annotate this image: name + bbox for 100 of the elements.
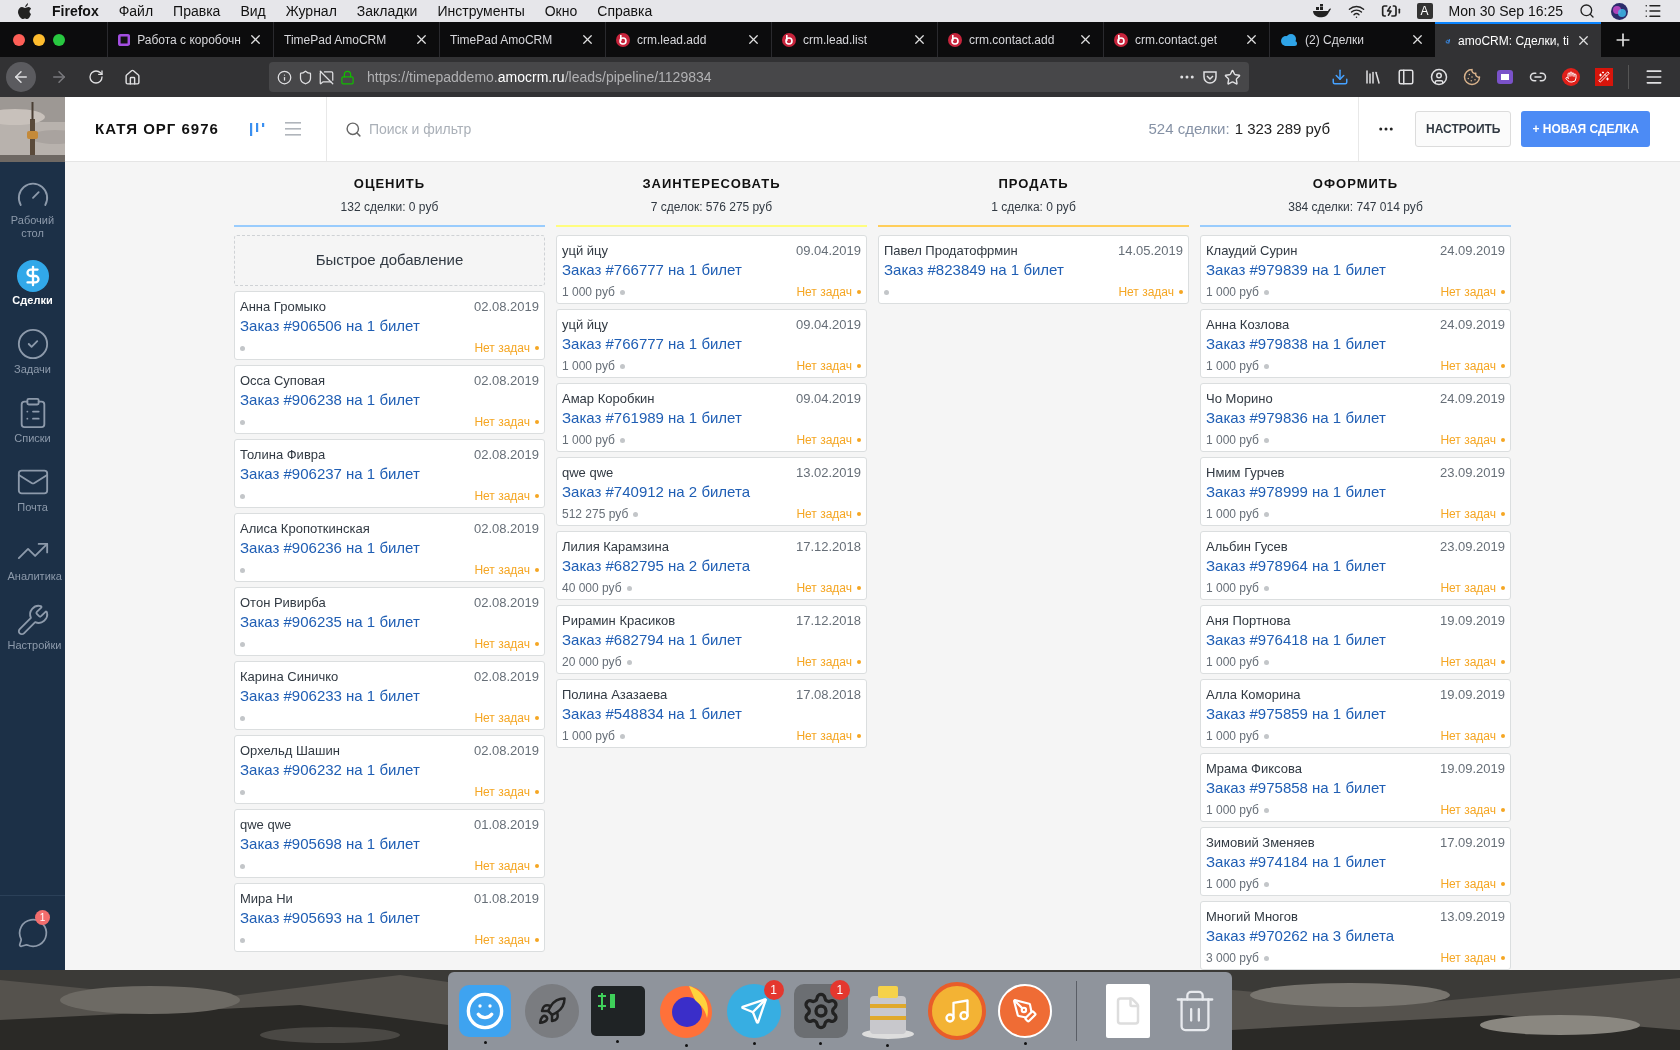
deal-link[interactable]: Заказ #548834 на 1 билет: [562, 704, 742, 723]
nav-item[interactable]: Почта: [0, 465, 65, 514]
lead-card[interactable]: Аня Портнова 19.09.2019 Заказ #976418 на 1 билет 1 000 руб Нет задач: [1200, 604, 1511, 674]
deal-link[interactable]: Заказ #906236 на 1 билет: [240, 538, 420, 557]
forward-icon[interactable]: [50, 68, 68, 86]
lead-card[interactable]: Мрама Фиксова 19.09.2019 Заказ #975858 на 1 билет 1 000 руб Нет задач: [1200, 752, 1511, 822]
pocket-icon[interactable]: [1202, 69, 1218, 85]
deal-link[interactable]: Заказ #906235 на 1 билет: [240, 612, 420, 631]
list-icon[interactable]: [1644, 2, 1662, 20]
nav-item[interactable]: Задачи: [0, 327, 65, 376]
deal-link[interactable]: Заказ #970262 на 3 билета: [1206, 926, 1394, 945]
terminal-icon[interactable]: [590, 986, 645, 1036]
search-field[interactable]: Поиск и фильтр: [368, 118, 749, 140]
orb-icon[interactable]: [1611, 2, 1628, 20]
lead-card[interactable]: Орхельд Шашин 02.08.2019 Заказ #906232 на 1 билет Нет задач: [234, 734, 545, 804]
nav-item[interactable]: Сделки: [0, 260, 65, 307]
browser-tab[interactable]: amoCRM: Сделки, ti: [1435, 22, 1601, 57]
nav-item[interactable]: Аналитика: [0, 534, 65, 583]
message-icon[interactable]: [319, 69, 334, 85]
library-icon[interactable]: [1364, 68, 1382, 86]
document-icon[interactable]: [1106, 984, 1151, 1038]
nav-item[interactable]: Настройки: [0, 603, 65, 652]
music-note-icon[interactable]: [927, 982, 986, 1040]
menu-item[interactable]: Справка: [597, 0, 653, 22]
lock-icon[interactable]: [340, 69, 355, 85]
lead-card[interactable]: Мира Ни 01.08.2019 Заказ #905693 на 1 билет Нет задач: [234, 882, 545, 952]
deal-link[interactable]: Заказ #906233 на 1 билет: [240, 686, 420, 705]
reload-icon[interactable]: [88, 69, 104, 85]
deal-link[interactable]: Заказ #979836 на 1 билет: [1206, 408, 1386, 427]
configure-button[interactable]: НАСТРОИТЬ: [1415, 111, 1512, 147]
lead-card[interactable]: Нмим Гурчев 23.09.2019 Заказ #978999 на 1 билет 1 000 руб Нет задач: [1200, 456, 1511, 526]
lead-card[interactable]: Карина Синичко 02.08.2019 Заказ #906233 на 1 билет Нет задач: [234, 660, 545, 730]
deal-link[interactable]: Заказ #906238 на 1 билет: [240, 390, 420, 409]
deal-link[interactable]: Заказ #766777 на 1 билет: [562, 260, 742, 279]
smiley-face-icon[interactable]: [459, 985, 512, 1037]
menu-item[interactable]: Закладки: [356, 0, 418, 22]
deal-link[interactable]: Заказ #906232 на 1 билет: [240, 760, 420, 779]
cookie-icon[interactable]: [1463, 68, 1481, 86]
deal-link[interactable]: Заказ #761989 на 1 билет: [562, 408, 742, 427]
quick-add-button[interactable]: Быстрое добавление: [234, 234, 545, 286]
lead-card[interactable]: уцй йцу 09.04.2019 Заказ #766777 на 1 билет 1 000 руб Нет задач: [556, 308, 867, 378]
lead-card[interactable]: Клаудий Сурин 24.09.2019 Заказ #979839 на 1 билет 1 000 руб Нет задач: [1200, 234, 1511, 304]
lead-card[interactable]: qwe qwe 01.08.2019 Заказ #905698 на 1 билет Нет задач: [234, 808, 545, 878]
deal-link[interactable]: Заказ #906237 на 1 билет: [240, 464, 420, 483]
close-tab-icon[interactable]: [1078, 32, 1093, 47]
stop-hand-icon[interactable]: [1562, 68, 1580, 86]
close-tab-icon[interactable]: [1576, 33, 1591, 48]
deal-link[interactable]: Заказ #766777 на 1 билет: [562, 334, 742, 353]
apple-logo-icon[interactable]: [18, 3, 32, 19]
menu-item[interactable]: Файл: [118, 0, 154, 22]
deal-link[interactable]: Заказ #976418 на 1 билет: [1206, 630, 1386, 649]
back-button[interactable]: [6, 62, 36, 92]
download-icon[interactable]: [1331, 68, 1349, 86]
lead-card[interactable]: Осса Суповая 02.08.2019 Заказ #906238 на 1 билет Нет задач: [234, 364, 545, 434]
sidebar-icon[interactable]: [1397, 68, 1415, 86]
lead-card[interactable]: Лилия Карамзина 17.12.2018 Заказ #682795 на 2 билета 40 000 руб Нет задач: [556, 530, 867, 600]
close-tab-icon[interactable]: [912, 32, 927, 47]
info-icon[interactable]: [277, 69, 292, 85]
menu-item[interactable]: Вид: [240, 0, 266, 22]
lead-card[interactable]: Рирамин Красиков 17.12.2018 Заказ #682794 на 1 билет 20 000 руб Нет задач: [556, 604, 867, 674]
nav-item[interactable]: Списки: [0, 396, 65, 445]
lead-card[interactable]: Полина Азазаева 17.08.2018 Заказ #548834 на 1 билет 1 000 руб Нет задач: [556, 678, 867, 748]
whale-icon[interactable]: [1311, 4, 1332, 18]
lead-card[interactable]: Многий Многов 13.09.2019 Заказ #970262 на 3 билета 3 000 руб Нет задач: [1200, 900, 1511, 970]
lead-card[interactable]: Анна Громыко 02.08.2019 Заказ #906506 на 1 билет Нет задач: [234, 290, 545, 360]
pen-icon[interactable]: [998, 984, 1053, 1038]
menu-item[interactable]: Инструменты: [437, 0, 525, 22]
deal-link[interactable]: Заказ #978964 на 1 билет: [1206, 556, 1386, 575]
menu-item[interactable]: Окно: [544, 0, 578, 22]
deal-link[interactable]: Заказ #979839 на 1 билет: [1206, 260, 1386, 279]
home-icon[interactable]: [124, 68, 141, 86]
deal-link[interactable]: Заказ #975858 на 1 билет: [1206, 778, 1386, 797]
menu-item[interactable]: Журнал: [285, 0, 337, 22]
lead-card[interactable]: Толина Фивра 02.08.2019 Заказ #906237 на 1 билет Нет задач: [234, 438, 545, 508]
close-tab-icon[interactable]: [248, 32, 263, 47]
zoom-window-button[interactable]: [53, 33, 65, 46]
menu-icon[interactable]: [1644, 67, 1664, 87]
deal-link[interactable]: Заказ #975859 на 1 билет: [1206, 704, 1386, 723]
deal-link[interactable]: Заказ #682795 на 2 билета: [562, 556, 750, 575]
address-bar[interactable]: https://timepaddemo.amocrm.ru/leads/pipeline/1129834: [269, 62, 1249, 92]
deal-link[interactable]: Заказ #740912 на 2 билета: [562, 482, 750, 501]
menu-item[interactable]: Правка: [173, 0, 221, 22]
lead-card[interactable]: Чо Морино 24.09.2019 Заказ #979836 на 1 билет 1 000 руб Нет задач: [1200, 382, 1511, 452]
shield-icon[interactable]: [298, 69, 313, 85]
rocket-icon[interactable]: [524, 984, 579, 1038]
lead-card[interactable]: Отон Ривирба 02.08.2019 Заказ #906235 на 1 билет Нет задач: [234, 586, 545, 656]
lead-card[interactable]: Анна Козлова 24.09.2019 Заказ #979838 на 1 билет 1 000 руб Нет задач: [1200, 308, 1511, 378]
deal-link[interactable]: Заказ #682794 на 1 билет: [562, 630, 742, 649]
bookmark-star-icon[interactable]: [1224, 68, 1241, 86]
lead-card[interactable]: Алиса Кропоткинская 02.08.2019 Заказ #906236 на 1 билет Нет задач: [234, 512, 545, 582]
deal-link[interactable]: Заказ #978999 на 1 билет: [1206, 482, 1386, 501]
deal-link[interactable]: Заказ #979838 на 1 билет: [1206, 334, 1386, 353]
input-source-indicator[interactable]: A: [1416, 3, 1433, 19]
deal-link[interactable]: Заказ #823849 на 1 билет: [884, 260, 1064, 279]
pipeline-view-icon[interactable]: [248, 121, 265, 137]
lead-card[interactable]: Зимовий Зменяев 17.09.2019 Заказ #974184 на 1 билет 1 000 руб Нет задач: [1200, 826, 1511, 896]
lead-card[interactable]: Алла Коморина 19.09.2019 Заказ #975859 на 1 билет 1 000 руб Нет задач: [1200, 678, 1511, 748]
close-tab-icon[interactable]: [1244, 32, 1259, 47]
deal-link[interactable]: Заказ #906506 на 1 билет: [240, 316, 420, 335]
deal-link[interactable]: Заказ #905698 на 1 билет: [240, 834, 420, 853]
